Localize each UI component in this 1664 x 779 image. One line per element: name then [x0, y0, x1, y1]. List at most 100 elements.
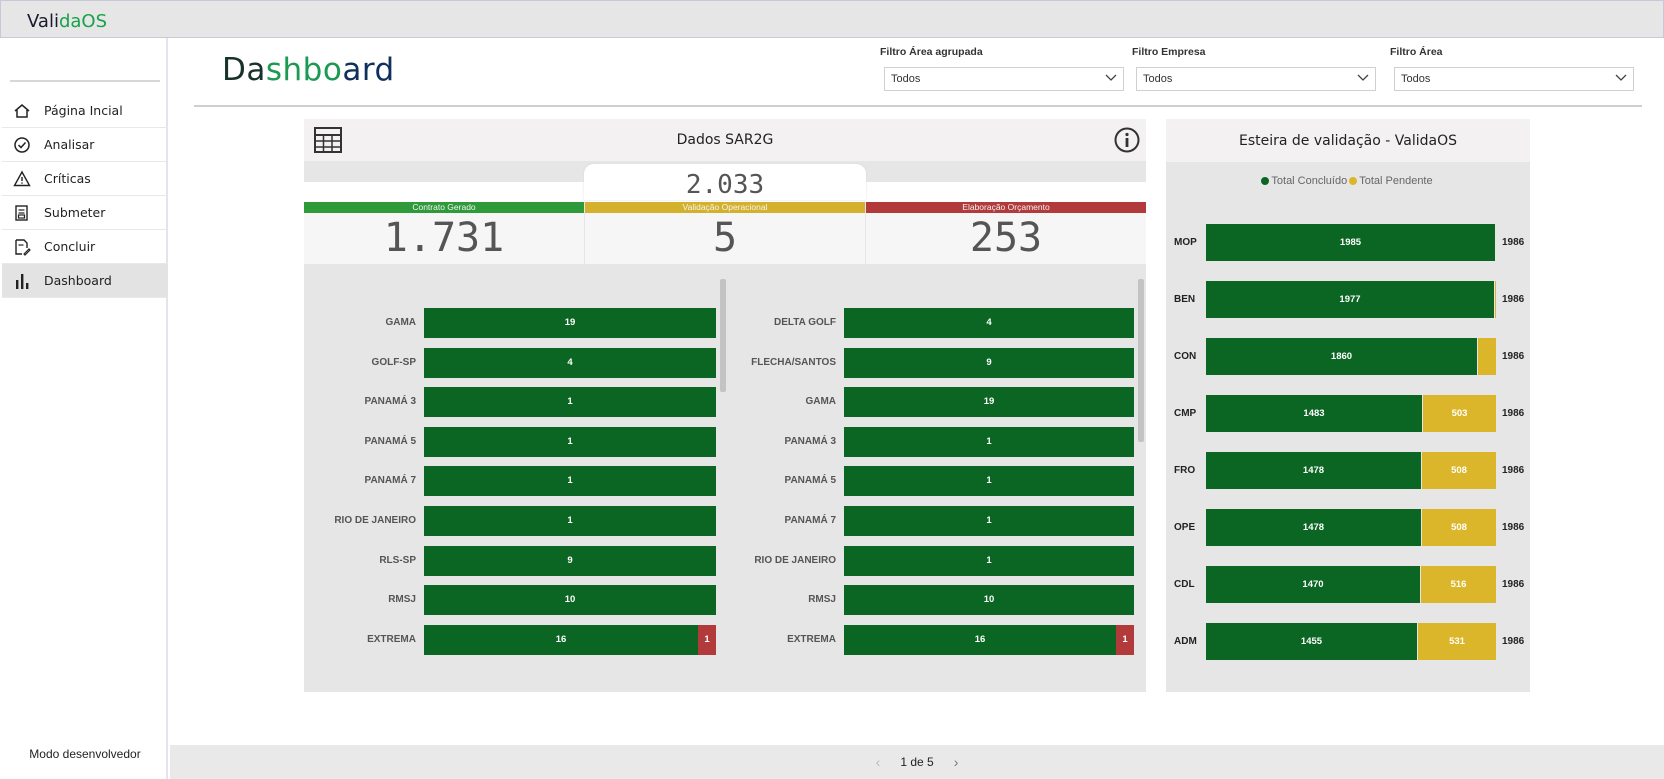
filter-label: Filtro Área [1390, 46, 1443, 58]
list-item-label: RLS-SP [379, 554, 416, 566]
sidebar-item-label: Dashboard [44, 273, 112, 288]
esteira-row: CMP 1483 503 1986 [1166, 395, 1530, 432]
filter-3: Filtro Área Todos [1390, 46, 1634, 91]
left-bar-list: GAMA 19 GOLF-SP 4 PANAMÁ 3 1 PANAMÁ 5 1 PANAMÁ 7… [304, 308, 716, 658]
list-item-label: EXTREMA [367, 633, 416, 645]
sidebar-item-cr-ticas[interactable]: Críticas [2, 162, 168, 196]
sidebar-item-analisar[interactable]: Analisar [2, 128, 168, 162]
green-segment: 1 [424, 506, 716, 536]
esteira-total-label: 1986 [1502, 351, 1525, 362]
previous-page-icon[interactable]: ‹ [876, 754, 881, 770]
list-item-bar: 10 [844, 585, 1134, 616]
list-item-bar: 19 [844, 387, 1134, 418]
kpi-elaboracao-orcamento: Elaboração Orçamento 253 [866, 202, 1146, 264]
list-item-label: PANAMÁ 3 [784, 435, 836, 447]
developer-mode-link[interactable]: Modo desenvolvedor [2, 747, 168, 761]
list-item: PANAMÁ 3 1 [724, 426, 1136, 457]
green-segment: 19 [844, 387, 1134, 418]
sidebar: Página Incial Analisar Críticas Submeter Con… [2, 38, 168, 779]
esteira-bar: 1478 508 [1206, 452, 1496, 489]
filter-dropdown[interactable]: Todos [884, 67, 1124, 91]
sidebar-item-p-gina-incial[interactable]: Página Incial [2, 94, 168, 128]
green-segment: 1 [424, 426, 716, 457]
title-divider [194, 105, 1642, 107]
concluded-segment: 1483 [1206, 395, 1423, 432]
list-item: RIO DE JANEIRO 1 [304, 506, 718, 536]
right-scrollbar[interactable] [1138, 279, 1144, 442]
esteira-bar: 1470 516 [1206, 566, 1496, 603]
green-segment: 4 [844, 308, 1134, 338]
filter-2: Filtro Empresa Todos [1132, 46, 1376, 91]
green-segment: 10 [844, 585, 1134, 616]
list-item-label: RIO DE JANEIRO [754, 554, 836, 566]
top-bar: ValidaOS [0, 0, 1664, 38]
esteira-bar: 1455 531 [1206, 623, 1496, 660]
list-item: GOLF-SP 4 [304, 347, 718, 378]
list-item-bar: 1 [424, 506, 716, 536]
esteira-total-label: 1986 [1502, 465, 1525, 476]
list-item: FLECHA/SANTOS 9 [724, 347, 1136, 378]
esteira-category-label: ADM [1174, 636, 1197, 647]
sar2g-title: Dados SAR2G [676, 132, 774, 148]
list-item-label: DELTA GOLF [773, 317, 836, 328]
legend-label: Total Pendente [1359, 175, 1433, 187]
page-title: Dashboard [222, 52, 395, 88]
green-segment: 19 [424, 308, 716, 338]
list-item: PANAMÁ 5 1 [304, 426, 718, 457]
esteira-category-label: CMP [1174, 408, 1197, 419]
document-submit-icon [12, 203, 32, 223]
filter-label: Filtro Empresa [1132, 46, 1206, 58]
list-item-bar: 4 [844, 308, 1134, 338]
page-indicator: 1 de 5 [900, 755, 934, 769]
kpi-value: 1.731 [383, 215, 505, 261]
esteira-category-label: CDL [1174, 579, 1195, 590]
green-segment: 10 [424, 585, 716, 616]
concluded-segment: 1478 [1206, 452, 1422, 489]
list-item-bar: 1 [844, 506, 1134, 536]
kpi-label: Elaboração Orçamento [866, 202, 1146, 213]
esteira-bar: 1483 503 [1206, 395, 1496, 432]
app-logo: ValidaOS [27, 11, 108, 32]
legend-item: Total Pendente [1349, 175, 1433, 187]
sidebar-item-dashboard[interactable]: Dashboard [2, 264, 168, 298]
filter-dropdown[interactable]: Todos [1136, 67, 1376, 91]
list-item-bar: 9 [844, 347, 1134, 378]
list-item-label: PANAMÁ 5 [364, 435, 416, 447]
list-item-label: PANAMÁ 7 [784, 515, 836, 526]
table-icon[interactable] [314, 127, 342, 153]
green-segment: 16 [844, 624, 1116, 655]
concluded-segment: 1470 [1206, 566, 1421, 603]
pending-segment [1478, 338, 1496, 375]
concluded-segment: 1977 [1206, 281, 1495, 318]
check-circle-icon [12, 135, 32, 155]
pending-segment: 503 [1423, 395, 1496, 432]
esteira-total-label: 1986 [1502, 294, 1525, 305]
green-segment: 1 [424, 387, 716, 418]
list-item: EXTREMA 16 1 [304, 624, 718, 655]
list-item-bar: 9 [424, 545, 716, 576]
list-item: RMSJ 10 [304, 585, 718, 616]
esteira-card-header: Esteira de validação - ValidaOS [1166, 119, 1530, 162]
list-item-bar: 19 [424, 308, 716, 338]
kpi-label: Validação Operacional [585, 202, 865, 213]
sidebar-item-concluir[interactable]: Concluir [2, 230, 168, 264]
list-item-bar: 4 [424, 347, 716, 378]
home-icon [12, 101, 32, 121]
sidebar-item-submeter[interactable]: Submeter [2, 196, 168, 230]
red-segment: 1 [698, 624, 716, 655]
esteira-category-label: FRO [1174, 465, 1196, 476]
next-page-icon[interactable]: › [954, 754, 959, 770]
pending-segment [1495, 281, 1496, 318]
kpi-value: 253 [969, 215, 1043, 261]
filter-dropdown[interactable]: Todos [1394, 67, 1634, 91]
list-item-bar: 1 [424, 426, 716, 457]
esteira-total-label: 1986 [1502, 408, 1525, 419]
list-item: RMSJ 10 [724, 585, 1136, 616]
esteira-bar: 1860 [1206, 338, 1496, 375]
green-segment: 1 [844, 506, 1134, 536]
esteira-title: Esteira de validação - ValidaOS [1239, 132, 1457, 149]
list-item-bar: 10 [424, 585, 716, 616]
list-item-label: FLECHA/SANTOS [751, 356, 836, 368]
green-segment: 1 [844, 545, 1134, 576]
info-icon[interactable] [1114, 127, 1140, 153]
